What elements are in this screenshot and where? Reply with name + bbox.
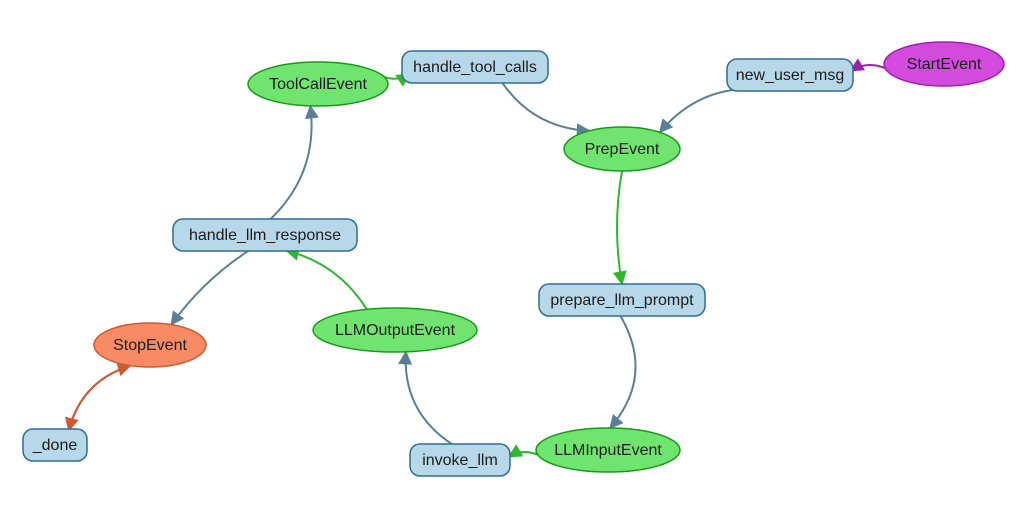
edge-handle_tool_calls-to-prep_event [502,82,590,131]
node-handle_tool_calls[interactable]: handle_tool_calls [402,51,548,83]
event-ellipse-tool_call_event[interactable] [248,62,388,106]
step-rect-_done[interactable] [23,429,87,461]
node-stop_event[interactable]: StopEvent [94,323,206,367]
step-rect-invoke_llm[interactable] [410,444,510,476]
step-rect-prepare_llm_prompt[interactable] [539,284,705,316]
node-invoke_llm[interactable]: invoke_llm [410,444,510,476]
edge-prep_event-to-prepare_llm_prompt [617,171,622,284]
node-prepare_llm_prompt[interactable]: prepare_llm_prompt [539,284,705,316]
event-ellipse-start_event[interactable] [884,42,1004,86]
edge-invoke_llm-to-llm_output_event [406,352,452,444]
edge-_done-to-stop_event [69,366,131,431]
event-ellipse-llm_input_event[interactable] [536,428,680,472]
step-rect-handle_tool_calls[interactable] [402,51,548,83]
node-tool_call_event[interactable]: ToolCallEvent [248,62,388,106]
node-new_user_msg[interactable]: new_user_msg [727,59,853,91]
node-handle_llm_response[interactable]: handle_llm_response [173,219,357,251]
node-_done[interactable]: _done [23,429,87,461]
edge-handle_llm_response-to-tool_call_event [271,106,312,219]
event-ellipse-prep_event[interactable] [564,127,680,171]
event-ellipse-stop_event[interactable] [94,323,206,367]
node-start_event[interactable]: StartEvent [884,42,1004,86]
step-rect-handle_llm_response[interactable] [173,219,357,251]
edge-prepare_llm_prompt-to-llm_input_event [610,316,635,428]
edge-llm_input_event-to-invoke_llm [509,452,538,457]
node-prep_event[interactable]: PrepEvent [564,127,680,171]
node-llm_input_event[interactable]: LLMInputEvent [536,428,680,472]
edge-llm_output_event-to-handle_llm_response [286,251,366,310]
edge-handle_llm_response-to-stop_event [171,251,248,325]
workflow-diagram: StartEvent new_user_msg handle_tool_calls T… [0,0,1023,531]
edge-new_user_msg-to-prep_event [660,89,759,133]
step-rect-new_user_msg[interactable] [727,59,853,91]
edge-start_event-to-new_user_msg [851,65,885,71]
node-llm_output_event[interactable]: LLMOutputEvent [313,308,477,352]
edge-stop_event-to-_done [69,366,131,431]
event-ellipse-llm_output_event[interactable] [313,308,477,352]
